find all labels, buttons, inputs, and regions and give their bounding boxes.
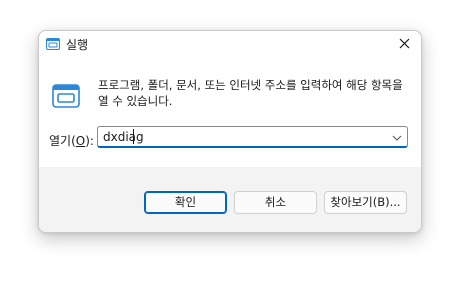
close-button[interactable] xyxy=(393,34,415,56)
dropdown-button[interactable] xyxy=(391,130,403,144)
browse-button[interactable]: 찾아보기(B)... xyxy=(324,191,407,214)
run-icon xyxy=(46,38,60,50)
dialog-body: 프로그램, 폴더, 문서, 또는 인터넷 주소를 입력하여 해당 항목을 열 수… xyxy=(39,59,421,167)
window-title: 실행 xyxy=(66,38,89,52)
open-input[interactable] xyxy=(103,129,383,145)
title-bar: 실행 xyxy=(39,31,421,59)
text-caret xyxy=(133,129,134,144)
cancel-button[interactable]: 취소 xyxy=(234,191,317,214)
open-label-suffix: ): xyxy=(85,134,94,148)
open-label: 열기(O): xyxy=(49,133,94,149)
run-dialog: 실행 프로그램, 폴더, 문서, 또는 인터넷 주소를 입력하여 해당 항목을 … xyxy=(38,30,422,233)
instruction-text: 프로그램, 폴더, 문서, 또는 인터넷 주소를 입력하여 해당 항목을 열 수… xyxy=(98,78,403,108)
close-icon xyxy=(399,38,410,52)
chevron-down-icon xyxy=(392,130,402,144)
open-label-prefix: 열기( xyxy=(49,134,76,148)
run-icon xyxy=(52,84,80,108)
open-combobox[interactable] xyxy=(97,126,408,148)
open-label-accelerator: O xyxy=(75,134,86,148)
ok-button[interactable]: 확인 xyxy=(144,191,227,214)
button-bar: 확인 취소 찾아보기(B)... xyxy=(39,167,421,232)
